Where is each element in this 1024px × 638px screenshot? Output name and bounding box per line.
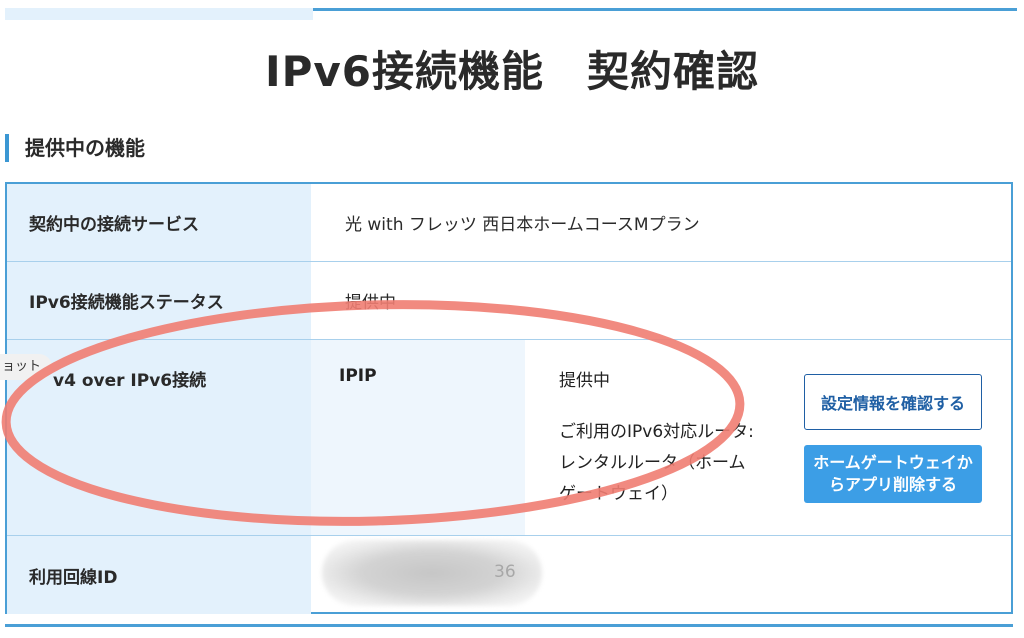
value-ipv6-status: 提供中 <box>345 293 396 313</box>
table-row-ipv6-status: IPv6接続機能ステータス 提供中 <box>7 262 1011 340</box>
table-row-v4-over-ipv6: v4 over IPv6接続 IPIP 提供中 ご利用のIPv6対応ルータ: レ… <box>7 340 1011 536</box>
value-v4-status: 提供中 <box>559 371 610 391</box>
top-tab-strip <box>5 8 313 20</box>
label-line-id: 利用回線ID <box>7 536 311 614</box>
value-line-id-tail: 36 <box>494 562 516 582</box>
label-v4-over-ipv6: v4 over IPv6接続 <box>7 340 311 535</box>
value-tunnel-type: IPIP <box>311 340 525 535</box>
tooltip-chip: ョット <box>0 354 52 380</box>
label-contract-service: 契約中の接続サービス <box>7 184 311 261</box>
value-contract-service: 光 with フレッツ 西日本ホームコースMプラン <box>345 215 700 235</box>
table-row-service: 契約中の接続サービス 光 with フレッツ 西日本ホームコースMプラン <box>7 184 1011 262</box>
section-heading: 提供中の機能 <box>5 134 145 162</box>
label-ipv6-status: IPv6接続機能ステータス <box>7 262 311 339</box>
confirm-settings-button[interactable]: 設定情報を確認する <box>804 374 982 430</box>
value-router-line-1: ご利用のIPv6対応ルータ: <box>559 422 754 442</box>
value-v4-detail: 提供中 ご利用のIPv6対応ルータ: レンタルルータ（ホーム ゲートウェイ） <box>525 340 819 535</box>
value-router-line-2: レンタルルータ（ホーム <box>559 453 746 473</box>
value-router-line-3: ゲートウェイ） <box>559 484 678 504</box>
page-title: IPv6接続機能 契約確認 <box>264 47 759 96</box>
delete-app-button[interactable]: ホームゲートウェイからアプリ削除する <box>804 445 982 503</box>
bottom-frame-line <box>5 624 1013 627</box>
